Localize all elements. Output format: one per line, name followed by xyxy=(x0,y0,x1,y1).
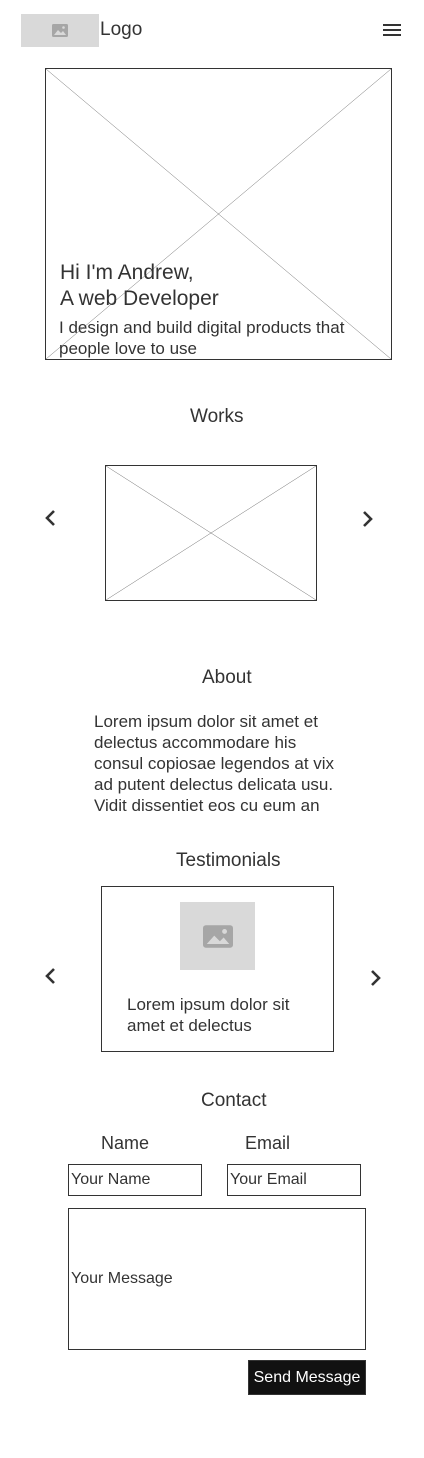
hero-heading: Hi I'm Andrew, A web Developer xyxy=(60,260,219,312)
logo-placeholder[interactable] xyxy=(21,14,99,47)
testimonials-prev-button[interactable] xyxy=(39,964,63,988)
testimonial-line2: amet et delectus xyxy=(127,1016,252,1035)
testimonial-line1: Lorem ipsum dolor sit xyxy=(127,995,290,1014)
works-next-button[interactable] xyxy=(355,507,379,531)
name-input[interactable] xyxy=(68,1164,202,1196)
testimonials-title: Testimonials xyxy=(176,850,281,871)
email-input[interactable] xyxy=(227,1164,361,1196)
logo-text[interactable]: Logo xyxy=(100,19,142,41)
name-label: Name xyxy=(101,1133,150,1153)
testimonial-text: Lorem ipsum dolor sit amet et delectus xyxy=(127,994,317,1036)
hero-heading-line2: A web Developer xyxy=(60,287,219,310)
send-message-button[interactable]: Send Message xyxy=(248,1360,366,1395)
hero-subtitle: I design and build digital products that… xyxy=(59,317,379,359)
about-title: About xyxy=(202,667,252,688)
hamburger-menu-icon xyxy=(383,24,401,36)
testimonials-next-button[interactable] xyxy=(363,966,387,990)
chevron-right-icon xyxy=(363,511,373,527)
testimonial-avatar-placeholder xyxy=(180,902,255,970)
about-line: consul copiosae legendos at vix xyxy=(94,754,335,773)
about-text: Lorem ipsum dolor sit amet et delectus a… xyxy=(94,711,364,816)
works-image-placeholder[interactable] xyxy=(105,465,317,601)
about-line: delectus accommodare his xyxy=(94,733,297,752)
chevron-left-icon xyxy=(45,968,55,984)
about-line: Vidit dissentiet eos cu eum an xyxy=(94,796,320,815)
chevron-right-icon xyxy=(371,970,381,986)
works-title: Works xyxy=(190,406,244,427)
image-icon xyxy=(52,24,68,37)
message-textarea[interactable] xyxy=(68,1208,366,1350)
hero-heading-line1: Hi I'm Andrew, xyxy=(60,261,194,284)
contact-title: Contact xyxy=(201,1090,267,1111)
email-label: Email xyxy=(245,1133,291,1153)
hero-subtitle-line2: people love to use xyxy=(59,339,197,358)
chevron-left-icon xyxy=(45,510,55,526)
about-line: ad putent delectus delicata usu. xyxy=(94,775,334,794)
hero-subtitle-line1: I design and build digital products that xyxy=(59,318,345,337)
works-prev-button[interactable] xyxy=(39,506,63,530)
image-icon xyxy=(202,924,233,948)
about-line: Lorem ipsum dolor sit amet et xyxy=(94,712,318,731)
menu-button[interactable] xyxy=(382,20,402,40)
